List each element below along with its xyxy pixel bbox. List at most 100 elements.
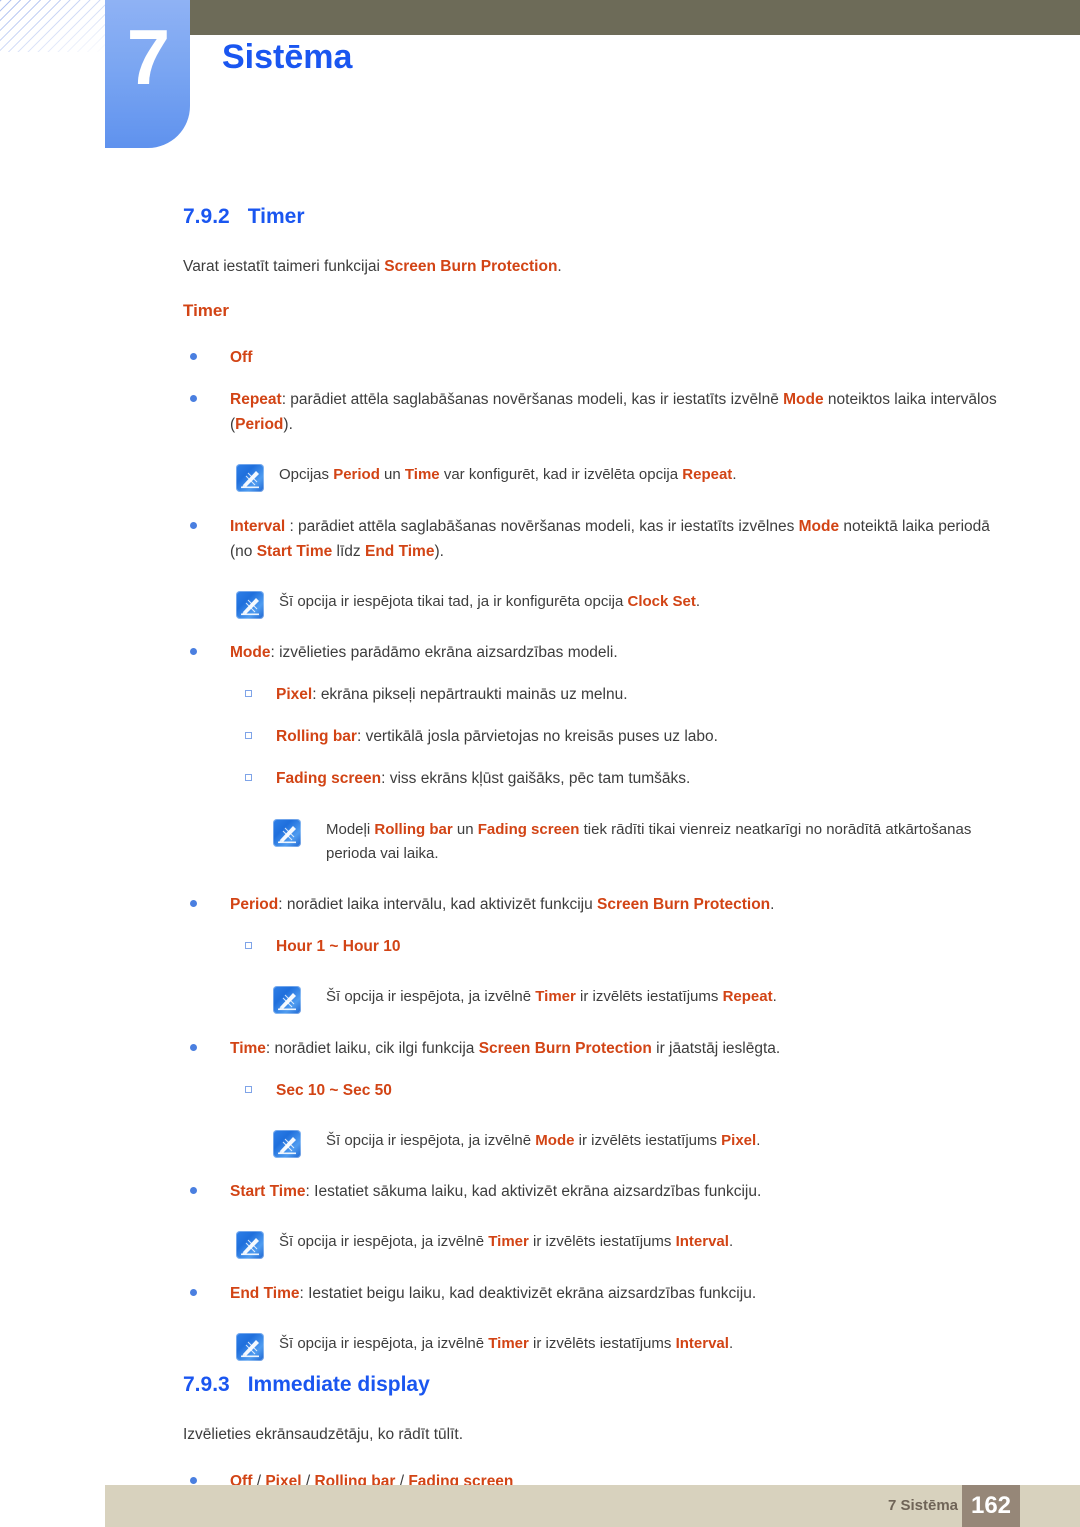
start-time-text: : Iestatiet sākuma laiku, kad aktivizēt … (305, 1183, 762, 1201)
note2-pre: Šī opcija ir iespējota tikai tad, ja ir … (279, 592, 628, 610)
chapter-title: Sistēma (222, 38, 353, 76)
term-pixel: Pixel (276, 686, 313, 704)
note4-mid: ir izvēlēts iestatījums (575, 988, 723, 1006)
time-text-2: ir jāatstāj ieslēgta. (651, 1039, 781, 1057)
bullet-dot-icon (190, 521, 197, 529)
section-title: Timer (247, 205, 305, 228)
note1-end: . (732, 466, 737, 484)
note1-post: var konfigurēt, kad ir izvēlēta opcija (439, 466, 683, 484)
list-item-pixel: Pixel: ekrāna pikseļi nepārtraukti mainā… (183, 682, 1011, 707)
term-interval: Interval (675, 1334, 729, 1352)
note-repeat-config: Opcijas Period un Time var konfigurēt, k… (183, 463, 1011, 493)
pixel-text: : ekrāna pikseļi nepārtraukti mainās uz … (312, 686, 628, 704)
section-number: 7.9.2 (183, 205, 230, 228)
term-clock-set: Clock Set (627, 592, 696, 610)
section-heading-7-9-3: 7.9.3 Immediate display (183, 1373, 1011, 1397)
term-screen-burn-protection: Screen Burn Protection (384, 258, 558, 275)
note5-mid: ir izvēlēts iestatījums (574, 1131, 722, 1149)
bullet-dot-icon (190, 1477, 197, 1485)
note-timer-repeat: Šī opcija ir iespējota, ja izvēlnē Timer… (183, 985, 1011, 1015)
repeat-text-1: : parādiet attēla saglabāšanas novēršana… (281, 391, 784, 409)
note3-pre: Modeļi (326, 820, 375, 838)
note2-end: . (695, 592, 701, 610)
term-timer: Timer (535, 988, 576, 1006)
term-interval: Interval (230, 517, 286, 535)
page-content: 7.9.2 Timer Varat iestatīt taimeri funkci… (183, 205, 1011, 1511)
note-clock-set: Šī opcija ir iespējota tikai tad, ja ir … (183, 590, 1011, 619)
sub-bullet-square-icon (245, 690, 252, 698)
list-item-start-time: Start Time: Iestatiet sākuma laiku, kad … (183, 1179, 1011, 1204)
sub-bullet-square-icon (245, 942, 252, 950)
bullet-dot-icon (190, 1043, 197, 1051)
subheading-timer: Timer (183, 301, 229, 321)
sub-bullet-square-icon (245, 774, 252, 782)
term-pixel: Pixel (721, 1131, 757, 1149)
value-hour-range: Hour 1 ~ Hour 10 (276, 938, 401, 956)
page-footer: 7 Sistēma 162 (105, 1485, 1080, 1527)
intro-text-post: . (557, 258, 562, 275)
term-time: Time (230, 1039, 266, 1057)
list-item-time: Time: norādiet laiku, cik ilgi funkcija … (183, 1036, 1011, 1061)
note3-mid: un (452, 820, 478, 838)
term-fading-screen: Fading screen (276, 770, 382, 788)
term-period: Period (333, 466, 380, 484)
term-start-time: Start Time (256, 542, 333, 560)
period-text-1: : norādiet laika intervālu, kad aktivizē… (278, 896, 598, 914)
note-pencil-icon (236, 590, 264, 619)
note-timer-interval-end: Šī opcija ir iespējota, ja izvēlnē Timer… (183, 1332, 1011, 1361)
sub-bullet-square-icon (245, 732, 252, 740)
list-item-off: Off (183, 345, 1011, 370)
decorative-hatch-pattern (0, 0, 108, 52)
list-item-end-time: End Time: Iestatiet beigu laiku, kad dea… (183, 1281, 1011, 1306)
bullet-dot-icon (190, 395, 197, 403)
section-intro-paragraph: Varat iestatīt taimeri funkcijai Screen … (183, 255, 1011, 279)
note-pencil-icon (273, 986, 301, 1015)
term-timer: Timer (488, 1334, 529, 1352)
term-off: Off (230, 349, 253, 367)
note1-pre: Opcijas (279, 466, 334, 484)
mode-text: : izvēlieties parādāmo ekrāna aizsardzīb… (270, 644, 618, 662)
note7-end: . (728, 1334, 734, 1352)
list-item-sec-range: Sec 10 ~ Sec 50 (183, 1078, 1011, 1103)
list-item-repeat: Repeat: parādiet attēla saglabāšanas nov… (183, 387, 1011, 437)
footer-page-number: 162 (962, 1485, 1020, 1527)
bullet-dot-icon (190, 648, 197, 656)
term-repeat: Repeat (230, 391, 282, 409)
list-item-mode: Mode: izvēlieties parādāmo ekrāna aizsar… (183, 640, 1011, 665)
note7-mid: ir izvēlēts iestatījums (528, 1334, 676, 1352)
note-timer-interval-start: Šī opcija ir iespējota, ja izvēlnē Timer… (183, 1230, 1011, 1260)
note-pencil-icon (236, 1332, 264, 1361)
bullet-dot-icon (190, 353, 197, 361)
list-item-interval: Interval : parādiet attēla saglabāšanas … (183, 514, 1011, 564)
section-number: 7.9.3 (183, 1373, 230, 1397)
note7-pre: Šī opcija ir iespējota, ja izvēlnē (279, 1334, 489, 1352)
term-repeat: Repeat (722, 988, 773, 1006)
term-interval: Interval (675, 1233, 729, 1251)
chapter-number: 7 (126, 13, 170, 101)
interval-text-1: : parādiet attēla saglabāšanas novēršana… (285, 517, 799, 535)
note6-pre: Šī opcija ir iespējota, ja izvēlnē (279, 1233, 489, 1251)
term-fading-screen: Fading screen (477, 820, 580, 838)
period-text-2: . (770, 896, 775, 914)
term-rolling-bar: Rolling bar (374, 820, 453, 838)
term-period: Period (235, 416, 284, 434)
term-mode: Mode (798, 517, 840, 535)
term-end-time: End Time (364, 542, 435, 560)
note4-pre: Šī opcija ir iespējota, ja izvēlnē (326, 988, 536, 1006)
bullet-dot-icon (190, 900, 197, 908)
term-end-time: End Time (230, 1284, 300, 1302)
section-heading-7-9-2: 7.9.2 Timer (183, 205, 1011, 229)
term-mode: Mode (230, 644, 271, 662)
interval-text-3: līdz (332, 542, 365, 560)
term-screen-burn-protection: Screen Burn Protection (597, 896, 771, 914)
bullet-dot-icon (190, 1288, 197, 1296)
chapter-number-tab: 7 (105, 0, 190, 148)
note5-pre: Šī opcija ir iespējota, ja izvēlnē (326, 1131, 536, 1149)
note-pencil-icon (273, 1129, 301, 1158)
term-mode: Mode (535, 1131, 575, 1149)
note5-end: . (756, 1131, 761, 1149)
interval-text-4: ). (434, 542, 444, 560)
note1-mid: un (379, 466, 405, 484)
note-mode-pixel: Šī opcija ir iespējota, ja izvēlnē Mode … (183, 1129, 1011, 1158)
list-item-hour-range: Hour 1 ~ Hour 10 (183, 934, 1011, 959)
